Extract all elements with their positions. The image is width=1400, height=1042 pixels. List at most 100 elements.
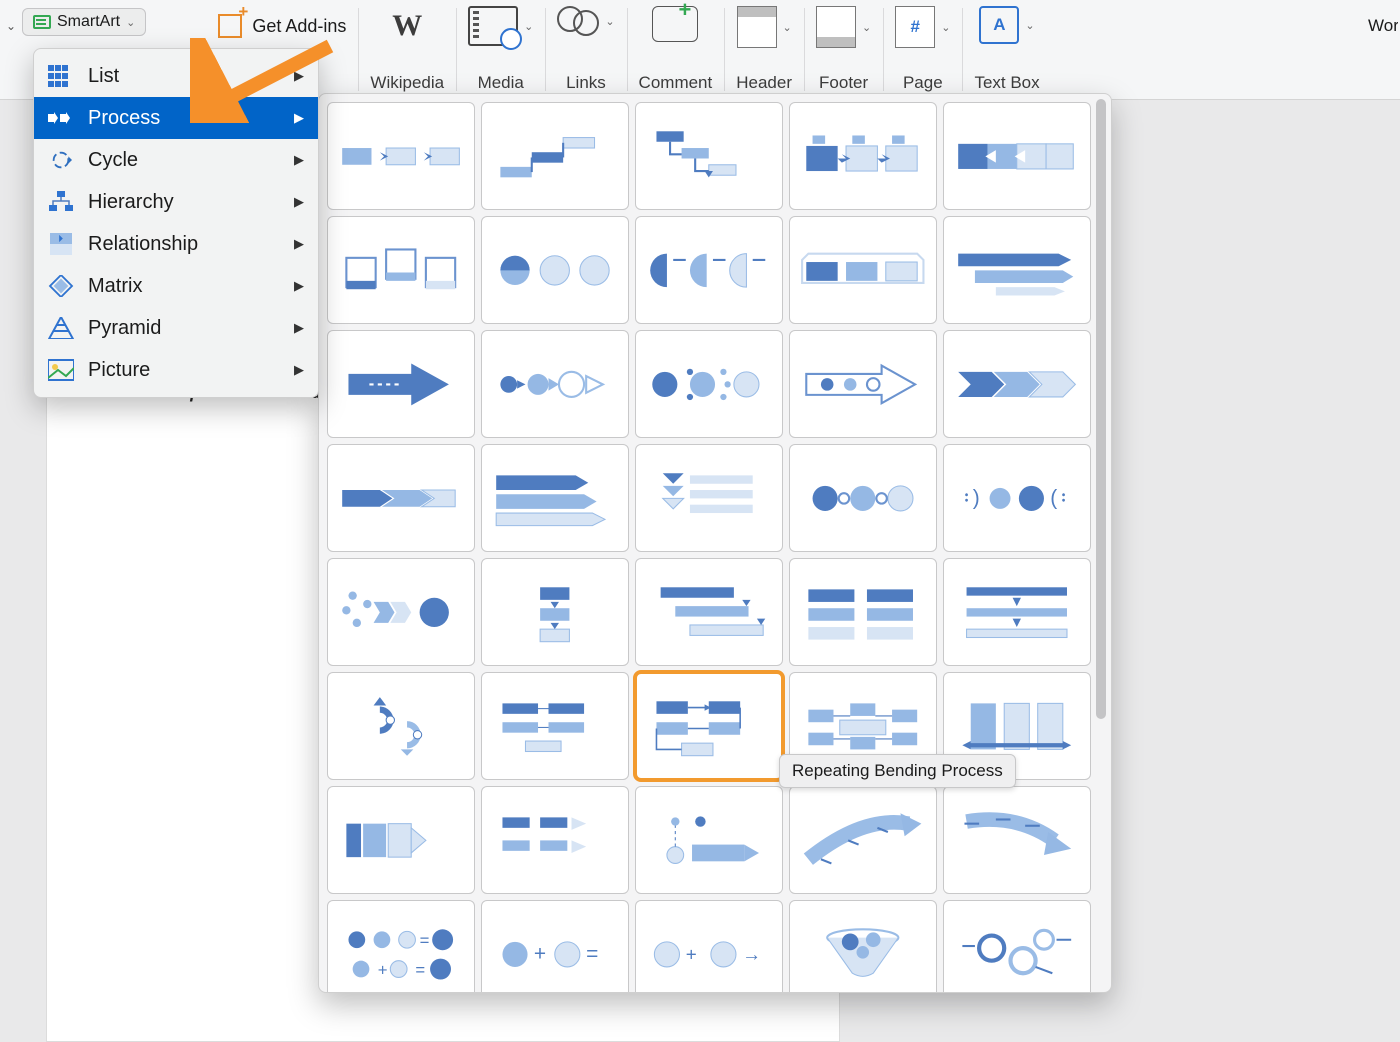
menu-item-label: Cycle (88, 149, 138, 172)
svg-text:=: = (416, 960, 426, 979)
gallery-tile-staggered-process[interactable] (327, 786, 475, 894)
submenu-arrow-icon: ▶ (294, 110, 304, 126)
submenu-arrow-icon: ▶ (294, 236, 304, 252)
smartart-menu-matrix[interactable]: Matrix ▶ (34, 265, 318, 307)
smartart-menu-picture[interactable]: Picture ▶ (34, 349, 318, 391)
gallery-tile-descending-process[interactable] (635, 558, 783, 666)
gallery-tile-pie-process[interactable] (635, 216, 783, 324)
menu-item-label: Process (88, 107, 160, 130)
gallery-tile-funnel[interactable] (789, 900, 937, 993)
page-label: Page (903, 73, 943, 93)
svg-text:→: → (742, 943, 761, 964)
links-label: Links (566, 73, 606, 93)
gallery-tile-increasing-circle-process[interactable] (481, 330, 629, 438)
ribbon-group-header[interactable]: ⌄ Header (724, 0, 804, 99)
gallery-tile-chevron-list[interactable] (481, 444, 629, 552)
smartart-category-menu: List ▶ Process ▶ Cycle ▶ Hierarchy ▶ Rel… (33, 48, 319, 398)
gallery-tile-downward-arrow[interactable] (943, 786, 1091, 894)
smartart-menu-pyramid[interactable]: Pyramid ▶ (34, 307, 318, 349)
pyramid-icon (48, 317, 74, 339)
gallery-tile-arrow-ribbon[interactable] (943, 216, 1091, 324)
gallery-tile-step-up-process[interactable] (481, 102, 629, 210)
ribbon-group-wikipedia[interactable]: W Wikipedia (358, 0, 456, 99)
svg-text:᛬): ᛬) (960, 486, 980, 509)
menu-item-label: List (88, 65, 119, 88)
gallery-scrollbar[interactable] (1094, 97, 1108, 989)
gallery-tile-vertical-process[interactable] (481, 558, 629, 666)
matrix-icon (48, 275, 74, 297)
gallery-tile-segmented-process[interactable] (789, 558, 937, 666)
header-icon (737, 6, 777, 48)
submenu-arrow-icon: ▶ (294, 362, 304, 378)
gallery-tile-alternating-flow[interactable] (943, 102, 1091, 210)
smartart-process-gallery: ᛬)(᛬=+=+=+→ Repeating Bending Process (318, 93, 1112, 993)
gallery-tile-basic-arrow[interactable] (327, 330, 475, 438)
process-icon (48, 107, 74, 129)
chevron-down-icon: ⌄ (941, 21, 950, 34)
svg-text:=: = (586, 942, 598, 965)
chevron-down-icon: ⌄ (524, 20, 533, 33)
smartart-menu-hierarchy[interactable]: Hierarchy ▶ (34, 181, 318, 223)
smartart-menu-cycle[interactable]: Cycle ▶ (34, 139, 318, 181)
menu-item-label: Picture (88, 359, 150, 382)
chevron-down-icon: ⌄ (862, 21, 871, 34)
gallery-tile-step-down-process[interactable] (635, 102, 783, 210)
ribbon-leading-dropdown-icon[interactable]: ⌄ (0, 8, 22, 44)
media-icon (468, 6, 518, 46)
gallery-tile-equation[interactable]: =+= (327, 900, 475, 993)
chevron-down-icon: ⌄ (605, 15, 614, 28)
wikipedia-label: Wikipedia (370, 73, 444, 93)
ribbon-group-media[interactable]: ⌄ Media (456, 0, 545, 99)
addins-label: Get Add-ins (252, 16, 346, 37)
smartart-menu-list[interactable]: List ▶ (34, 55, 318, 97)
media-label: Media (478, 73, 524, 93)
gallery-tile-math-process[interactable]: +→ (635, 900, 783, 993)
gallery-tile-vertical-chevron-list[interactable] (635, 444, 783, 552)
smartart-menu-relationship[interactable]: Relationship ▶ (34, 223, 318, 265)
ribbon-group-footer[interactable]: ⌄ Footer (804, 0, 883, 99)
textbox-icon: A (979, 6, 1019, 44)
addins-icon (218, 14, 242, 38)
ribbon-group-page[interactable]: #⌄ Page (883, 0, 962, 99)
gallery-tile-continuous-block-process[interactable] (789, 216, 937, 324)
ribbon-group-comment[interactable]: + Comment (627, 0, 725, 99)
header-label: Header (736, 73, 792, 93)
gallery-tile-phased-process[interactable] (943, 558, 1091, 666)
gallery-tile-circle-process[interactable] (481, 216, 629, 324)
gallery-tile-picture-accent-process[interactable] (327, 216, 475, 324)
gallery-tile-chevron-process[interactable] (943, 330, 1091, 438)
gallery-tile-circular-bending[interactable] (327, 672, 475, 780)
list-icon (48, 65, 74, 87)
svg-text:(᛬: (᛬ (1050, 486, 1070, 509)
gallery-tile-accent-process[interactable] (789, 102, 937, 210)
smartart-menu-process[interactable]: Process ▶ (34, 97, 318, 139)
menu-item-label: Hierarchy (88, 191, 174, 214)
ribbon-group-textbox[interactable]: A⌄ Text Box (962, 0, 1051, 99)
menu-item-label: Relationship (88, 233, 198, 256)
gallery-tile-opposing-ideas[interactable]: ᛬) (᛬ (943, 444, 1091, 552)
gallery-tile-converging-text[interactable] (327, 558, 475, 666)
gallery-tile-gear[interactable] (943, 900, 1091, 993)
gallery-tile-upward-arrow[interactable] (789, 786, 937, 894)
gallery-tile-random-to-result[interactable] (635, 330, 783, 438)
submenu-arrow-icon: ▶ (294, 278, 304, 294)
gallery-tile-interconnected-rings[interactable] (789, 444, 937, 552)
textbox-label: Text Box (974, 73, 1039, 93)
ribbon-group-links[interactable]: ⌄ Links (545, 0, 626, 99)
gallery-tile-closed-chevron[interactable] (327, 444, 475, 552)
gallery-tile-process-arrows[interactable] (789, 330, 937, 438)
comment-icon: + (652, 6, 698, 42)
gallery-tile-sub-step-process[interactable] (481, 786, 629, 894)
footer-icon (816, 6, 856, 48)
truncated-right-label: Wor (1368, 16, 1398, 36)
smartart-icon (33, 15, 51, 29)
smartart-button-label: SmartArt (57, 13, 120, 31)
gallery-tile-detailed-process[interactable] (481, 672, 629, 780)
gallery-tile-plus-minus[interactable]: += (481, 900, 629, 993)
gallery-tile-basic-process[interactable] (327, 102, 475, 210)
gallery-tile-upward-process-line[interactable] (635, 786, 783, 894)
chevron-down-icon: ⌄ (783, 21, 792, 34)
menu-item-label: Matrix (88, 275, 142, 298)
smartart-dropdown-button[interactable]: SmartArt ⌄ (22, 8, 146, 36)
gallery-tile-repeating-bending-process[interactable] (635, 672, 783, 780)
